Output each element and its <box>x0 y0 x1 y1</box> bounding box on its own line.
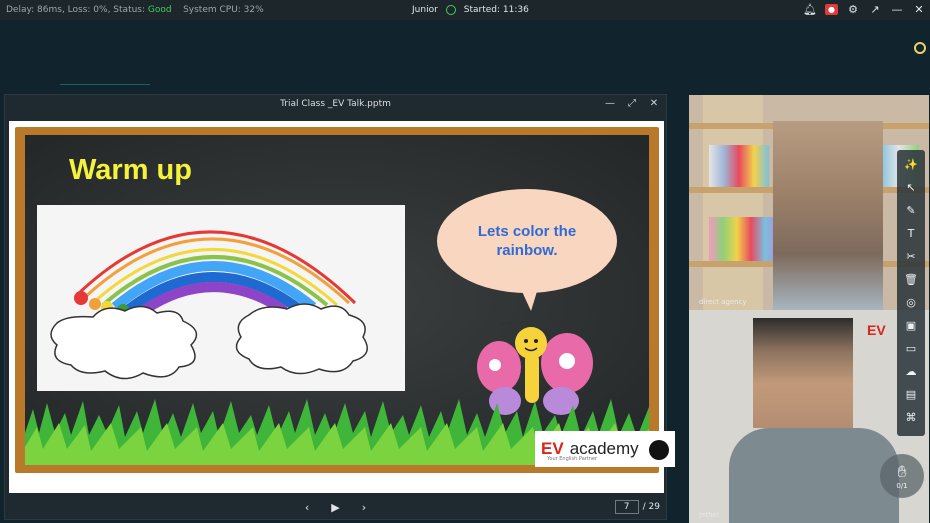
game-icon[interactable]: ⌘ <box>903 409 919 425</box>
bell-icon[interactable]: 🔔︎ <box>803 2 817 16</box>
slide-heading: Warm up <box>69 154 192 186</box>
trash-icon[interactable]: 🗑︎ <box>903 271 919 287</box>
slide-canvas[interactable]: Warm up Lets color the rainbow. EV acade… <box>9 121 675 493</box>
speech-bubble-text: Lets color the rainbow. <box>477 223 577 259</box>
student-camera-label: Jethel <box>699 511 719 519</box>
pin-icon[interactable]: ↗ <box>868 2 882 16</box>
presentation-controls: ‹ ▶ › 7 / 29 <box>5 495 666 520</box>
user-name: Junior <box>412 5 438 15</box>
play-button[interactable]: ▶ <box>331 501 339 514</box>
window-controls: 🔔︎ ● ⚙ ↗ — ✕ <box>803 2 926 16</box>
annotation-toolbar: ✨ ↖ ✎ T ✂ 🗑︎ ◎ ▣ ▭ ☁ ▤ ⌘ <box>897 150 925 436</box>
whiteboard-icon[interactable]: ▣ <box>903 317 919 333</box>
scissors-icon[interactable]: ✂ <box>903 248 919 264</box>
hand-count: 0/1 <box>896 482 908 490</box>
teacher-camera-label: direct agency <box>699 298 747 306</box>
cpu-usage: System CPU: 32% <box>183 5 264 15</box>
speech-bubble: Lets color the rainbow. <box>437 189 617 293</box>
page-total: / 29 <box>642 502 660 512</box>
magic-wand-icon[interactable]: ✨ <box>903 156 919 172</box>
page-number-input[interactable]: 7 <box>614 500 639 514</box>
cloud-icon[interactable]: ☁ <box>903 363 919 379</box>
close-icon[interactable]: ✕ <box>912 2 926 16</box>
minimize-icon[interactable]: — <box>604 97 616 109</box>
logo-mark-icon <box>649 440 669 460</box>
clock-icon <box>445 5 456 15</box>
next-slide-button[interactable]: › <box>362 501 366 514</box>
status-dot-icon <box>914 42 926 54</box>
rainbow-illustration <box>50 230 368 380</box>
briefcase-icon[interactable]: ▤ <box>903 386 919 402</box>
session-info: Junior Started: 11:36 <box>412 0 529 20</box>
page-indicator: 7 / 29 <box>614 500 660 514</box>
background-decoration <box>60 84 150 85</box>
video-feed-teacher: direct agency <box>689 95 929 310</box>
chalkboard: Warm up Lets color the rainbow. EV acade… <box>25 135 675 467</box>
rainbow-drawing <box>37 205 405 391</box>
text-icon[interactable]: T <box>903 225 919 241</box>
prev-slide-button[interactable]: ‹ <box>305 501 309 514</box>
pointer-icon[interactable]: ↖ <box>903 179 919 195</box>
pen-icon[interactable]: ✎ <box>903 202 919 218</box>
presentation-titlebar: Trial Class _EV Talk.pptm — ⤢ ✕ <box>5 95 666 113</box>
presentation-window: Trial Class _EV Talk.pptm — ⤢ ✕ Warm up <box>4 94 675 520</box>
blurred-face <box>753 318 853 428</box>
top-status-bar: Delay: 86ms, Loss: 0%, Status: Good Syst… <box>0 0 930 20</box>
speech-bubble-tail <box>519 285 539 311</box>
chat-icon[interactable]: ▭ <box>903 340 919 356</box>
ev-academy-logo: EV academy Your English Partner <box>535 431 675 467</box>
toggle-icon[interactable]: ◎ <box>903 294 919 310</box>
presentation-title: Trial Class _EV Talk.pptm <box>280 99 391 109</box>
status-good-label: Good <box>147 5 172 15</box>
student-shirt <box>729 428 899 523</box>
raise-hand-button[interactable]: ✋︎ 0/1 <box>880 454 924 498</box>
hand-icon: ✋︎ <box>897 462 907 481</box>
session-started: Started: 11:36 <box>463 5 529 15</box>
settings-icon[interactable]: ⚙ <box>846 2 860 16</box>
minimize-icon[interactable]: — <box>890 2 904 16</box>
wall-sign: EV <box>867 322 886 338</box>
record-icon[interactable]: ● <box>825 3 838 15</box>
expand-icon[interactable]: ⤢ <box>626 97 638 109</box>
close-icon[interactable]: ✕ <box>648 97 660 109</box>
blurred-face <box>773 121 883 310</box>
network-status: Delay: 86ms, Loss: 0%, Status: Good Syst… <box>6 5 264 15</box>
